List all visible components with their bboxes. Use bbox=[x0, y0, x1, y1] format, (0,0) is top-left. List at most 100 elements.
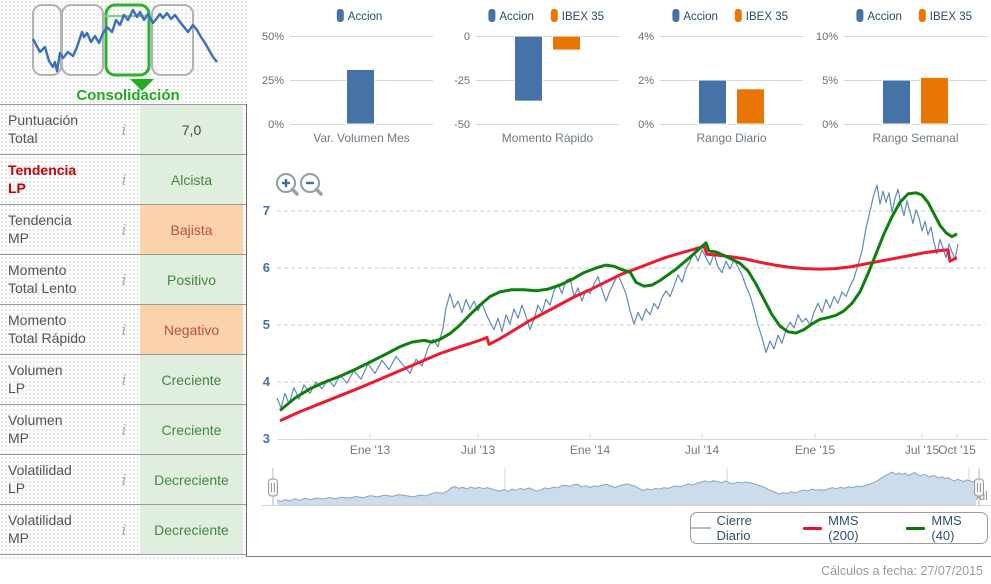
phase-label: Consolidación bbox=[76, 87, 179, 104]
table-row: Momento Total LentoiPositivo bbox=[0, 255, 247, 305]
legend-label: Cierre Diario bbox=[717, 513, 788, 543]
y-tick-label: 6 bbox=[263, 260, 270, 275]
y-tick-label: 5 bbox=[263, 317, 270, 332]
x-tick-label: Jul '13 bbox=[461, 443, 496, 457]
legend-marker-icon bbox=[337, 9, 344, 22]
y-tick-label: 3 bbox=[263, 431, 270, 446]
info-icon[interactable]: i bbox=[108, 355, 140, 404]
info-icon[interactable]: i bbox=[108, 105, 140, 154]
row-label: Momento Total Lento bbox=[0, 255, 108, 304]
navigator-handle-left[interactable] bbox=[269, 468, 278, 505]
mini-legend-item[interactable]: Accion bbox=[337, 9, 383, 23]
mini-chart-var-volumen-mes: Accion 50% 25% 0% Var. Volumen Mes bbox=[252, 2, 437, 152]
legend-marker-icon bbox=[488, 9, 495, 22]
y-tick-label: 5% bbox=[822, 75, 838, 87]
bar-accion[interactable] bbox=[515, 36, 543, 101]
info-icon[interactable]: i bbox=[108, 255, 140, 304]
row-value: Creciente bbox=[140, 355, 243, 404]
info-icon[interactable]: i bbox=[108, 405, 140, 454]
chart-legend: Cierre Diario MMS (200) MMS (40) bbox=[690, 512, 988, 544]
table-row: Momento Total RápidoiNegativo bbox=[0, 305, 247, 355]
legend-item[interactable]: MMS (200) bbox=[803, 513, 891, 543]
chart-navigator[interactable]: Jul '13Jul '14Jul '15 bbox=[247, 460, 991, 510]
summary-table: Puntuación Totali7,0Tendencia LPiAlcista… bbox=[0, 104, 247, 555]
market-phase-widget: Consolidación bbox=[0, 0, 247, 104]
y-tick-label: 50% bbox=[262, 31, 284, 43]
row-label: Volatilidad MP bbox=[0, 505, 108, 554]
mini-legend-item[interactable]: IBEX 35 bbox=[551, 9, 604, 23]
mini-legend-item[interactable]: Accion bbox=[672, 9, 718, 23]
row-value: Creciente bbox=[140, 405, 243, 454]
bar-accion[interactable] bbox=[347, 69, 375, 124]
info-icon[interactable]: i bbox=[108, 305, 140, 354]
phase-box bbox=[33, 5, 61, 75]
table-row: Volumen MPiCreciente bbox=[0, 405, 247, 455]
legend-marker-icon bbox=[551, 9, 558, 22]
x-tick-label: Ene '13 bbox=[350, 443, 391, 457]
zoom-in-button[interactable] bbox=[277, 174, 297, 194]
y-tick-label: 2% bbox=[638, 75, 654, 87]
nav-area bbox=[277, 472, 976, 505]
mini-legend-item[interactable]: IBEX 35 bbox=[919, 9, 972, 23]
legend-marker-icon bbox=[919, 9, 926, 22]
table-row: Tendencia MPiBajista bbox=[0, 205, 247, 255]
y-tick-label: 0% bbox=[268, 119, 284, 131]
legend-marker-icon bbox=[856, 9, 863, 22]
mini-legend-label: Accion bbox=[867, 11, 902, 23]
table-row: Volumen LPiCreciente bbox=[0, 355, 247, 405]
legend-line-icon bbox=[691, 527, 711, 529]
x-tick-label: Jul '15 bbox=[905, 443, 940, 457]
y-tick-label: 0% bbox=[638, 119, 654, 131]
mini-chart-rango-semanal: Accion IBEX 35 10% 5% 0% Rango Semanal bbox=[806, 2, 991, 152]
row-label: Volatilidad LP bbox=[0, 455, 108, 504]
row-label: Volumen MP bbox=[0, 405, 108, 454]
mini-legend-item[interactable]: Accion bbox=[856, 9, 902, 23]
y-tick-label: 25% bbox=[262, 75, 284, 87]
zoom-out-button[interactable] bbox=[301, 174, 321, 194]
mini-legend-item[interactable]: IBEX 35 bbox=[735, 9, 788, 23]
bar-ibex-35[interactable] bbox=[553, 36, 581, 50]
row-value: Negativo bbox=[140, 305, 243, 354]
row-value: Positivo bbox=[140, 255, 243, 304]
bar-ibex-35[interactable] bbox=[737, 89, 765, 124]
table-row: Volatilidad LPiDecreciente bbox=[0, 455, 247, 505]
info-icon[interactable]: i bbox=[108, 505, 140, 554]
legend-label: MMS (200) bbox=[828, 513, 891, 543]
mini-chart-rango-diario: AccionIBEX 354%2%0%Rango Diario bbox=[622, 2, 807, 152]
calculation-date-label: Cálculos a fecha: 27/07/2015 bbox=[821, 564, 983, 578]
row-value: Decreciente bbox=[140, 455, 243, 504]
row-value: Bajista bbox=[140, 205, 243, 254]
chart-panel: Accion50%25%0%Var. Volumen Mes AccionIBE… bbox=[247, 0, 991, 584]
bar-accion[interactable] bbox=[883, 80, 911, 124]
legend-item[interactable]: Cierre Diario bbox=[691, 513, 788, 543]
y-tick-label: 4 bbox=[263, 374, 271, 389]
y-tick-label: 0% bbox=[822, 119, 838, 131]
legend-item[interactable]: MMS (40) bbox=[906, 513, 987, 543]
legend-label: MMS (40) bbox=[931, 513, 987, 543]
mini-legend-item[interactable]: Accion bbox=[488, 9, 534, 23]
price-chart: 76543Ene '13Jul '13Ene '14Jul '14Ene '15… bbox=[247, 155, 991, 460]
mini-legend-label: Accion bbox=[348, 11, 383, 23]
legend-line-icon bbox=[803, 527, 823, 530]
bar-accion[interactable] bbox=[699, 80, 727, 124]
y-tick-label: 0 bbox=[464, 31, 470, 43]
row-label: Tendencia MP bbox=[0, 205, 108, 254]
row-label: Volumen LP bbox=[0, 355, 108, 404]
mini-chart-momento-rapido: AccionIBEX 350-25-50Momento Rápido bbox=[438, 2, 623, 152]
legend-marker-icon bbox=[735, 9, 742, 22]
mini-chart-title: Rango Semanal bbox=[872, 131, 958, 145]
info-icon[interactable]: i bbox=[108, 155, 140, 204]
footer-bar: Cálculos a fecha: 27/07/2015 bbox=[247, 556, 991, 584]
info-icon[interactable]: i bbox=[108, 455, 140, 504]
mini-chart-title: Momento Rápido bbox=[502, 131, 594, 145]
mini-chart-title: Var. Volumen Mes bbox=[313, 131, 410, 145]
summary-panel: Consolidación Puntuación Totali7,0Tenden… bbox=[0, 0, 247, 560]
y-tick-label: 7 bbox=[263, 203, 270, 218]
row-value: Decreciente bbox=[140, 505, 243, 554]
row-value: 7,0 bbox=[140, 105, 243, 154]
y-tick-label: 10% bbox=[816, 31, 838, 43]
legend-line-icon bbox=[906, 527, 926, 530]
table-row: Volatilidad MPiDecreciente bbox=[0, 505, 247, 555]
bar-ibex-35[interactable] bbox=[921, 77, 949, 124]
info-icon[interactable]: i bbox=[108, 205, 140, 254]
